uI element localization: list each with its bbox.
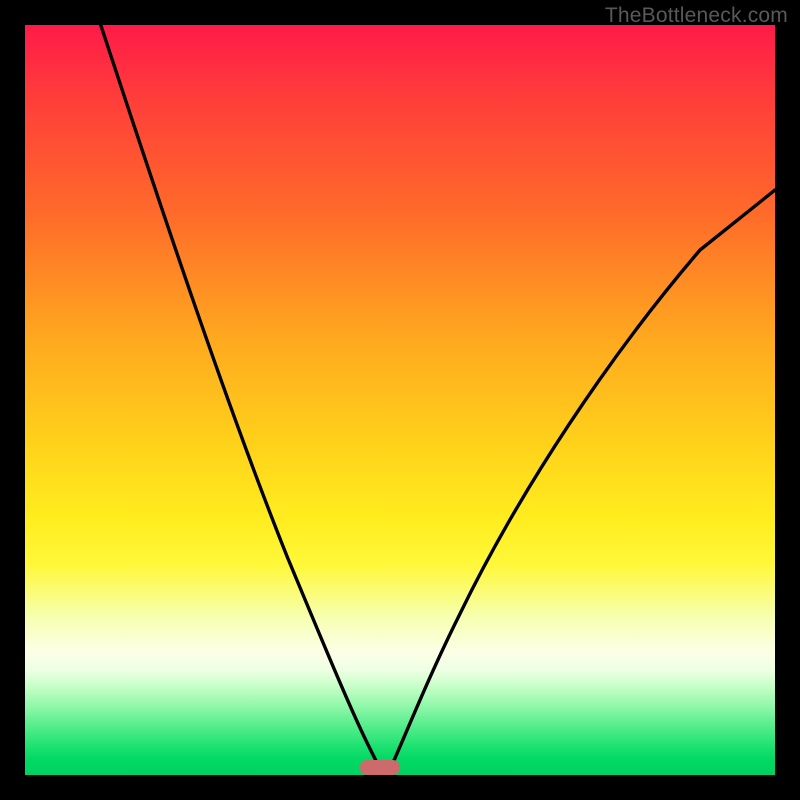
curve-right-branch bbox=[393, 190, 776, 764]
chart-frame: TheBottleneck.com bbox=[0, 0, 800, 800]
optimal-marker bbox=[360, 760, 400, 775]
curve-left-branch bbox=[101, 25, 378, 764]
bottleneck-curve bbox=[25, 25, 775, 775]
plot-area bbox=[25, 25, 775, 775]
